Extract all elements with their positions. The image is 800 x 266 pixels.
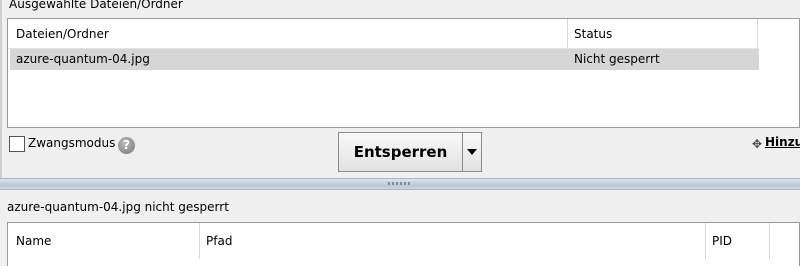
process-table[interactable]: Name Pfad PID [7, 222, 800, 266]
column-header-pid[interactable]: PID [712, 234, 732, 248]
column-divider[interactable] [705, 223, 706, 259]
column-header-files[interactable]: Dateien/Ordner [16, 27, 109, 41]
section-title: Ausgewählte Dateien/Ordner [9, 0, 183, 11]
pane-splitter[interactable] [0, 178, 800, 190]
add-icon[interactable]: ✥ [752, 137, 762, 151]
splitter-grip-icon[interactable] [388, 182, 412, 185]
column-header-path[interactable]: Pfad [206, 234, 232, 248]
column-divider[interactable] [199, 223, 200, 259]
column-divider[interactable] [769, 223, 770, 259]
force-mode-label[interactable]: Zwangsmodus [28, 136, 115, 150]
files-table[interactable]: Dateien/Ordner Status azure-quantum-04.j… [7, 18, 800, 128]
chevron-down-icon [467, 149, 477, 155]
row-status: Nicht gesperrt [574, 52, 660, 66]
column-divider[interactable] [757, 19, 758, 49]
force-mode-checkbox[interactable] [9, 136, 25, 152]
unlock-button[interactable]: Entsperren [338, 132, 463, 172]
add-link[interactable]: Hinzu [765, 135, 800, 149]
column-header-status[interactable]: Status [574, 27, 612, 41]
row-file-name: azure-quantum-04.jpg [16, 52, 150, 66]
column-divider[interactable] [567, 19, 568, 49]
table-row[interactable]: azure-quantum-04.jpg Nicht gesperrt [10, 49, 759, 70]
left-edge-border [0, 0, 2, 178]
help-icon[interactable]: ? [118, 137, 135, 154]
column-header-name[interactable]: Name [16, 234, 51, 248]
unlock-dropdown-button[interactable] [463, 132, 482, 172]
status-message: azure-quantum-04.jpg nicht gesperrt [7, 200, 229, 214]
